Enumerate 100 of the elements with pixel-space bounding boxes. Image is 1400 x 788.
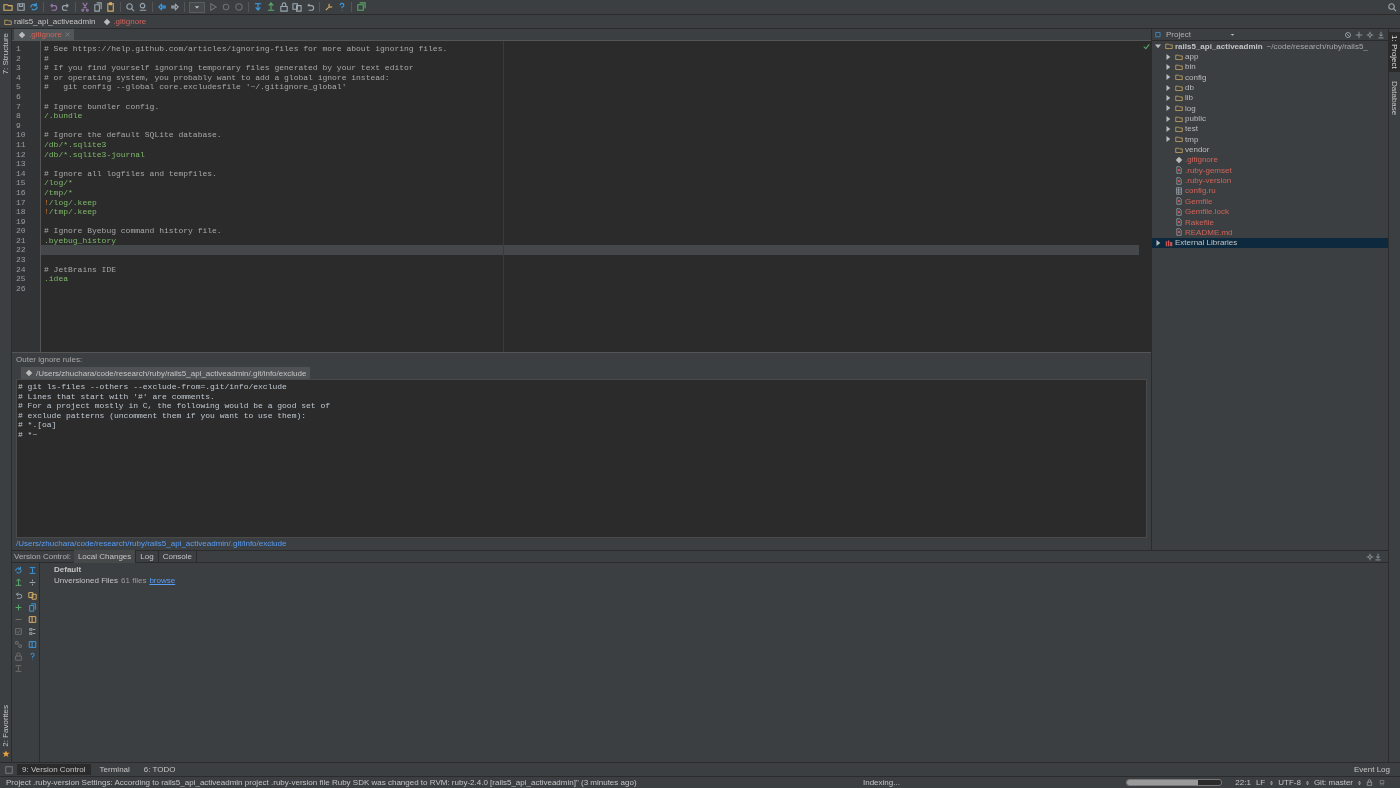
group-icon[interactable] [14,639,23,649]
event-log-button[interactable]: Event Log [1348,764,1395,775]
revert-icon[interactable] [305,2,315,12]
file-tab[interactable]: /Users/zhuchara/code/research/ruby/rails5_api_activeadmin/.git/info/exclude [21,367,311,379]
panel-tab[interactable]: Log [136,550,159,563]
unversioned-files-label[interactable]: Unversioned Files [54,575,119,586]
tool-window-tab[interactable]: Terminal [94,764,135,775]
panel-tab[interactable]: Console [158,550,197,563]
sync-icon[interactable] [29,2,39,12]
forward-arrow-icon[interactable] [170,2,180,12]
text-area[interactable]: # git ls-files --others --exclude-from=.git/info/exclude # Lines that start with '#' are comments. # For a project mostly in C, the following would be a good set of # exclude patterns (uncomment them if you want to use them): # *.[oa] # *~ [16,379,1147,538]
help-icon[interactable] [337,2,347,12]
panel-toggle-icon[interactable] [5,765,13,774]
checkbox-icon[interactable] [14,627,23,637]
line-number: 11 [15,139,27,150]
background-task[interactable]: Indexing... [862,778,900,787]
hide-icon[interactable] [1377,30,1385,39]
tree-item[interactable]: log [1152,103,1388,114]
tree-item[interactable]: public [1152,113,1388,124]
file-path-link[interactable]: /Users/zhuchara/code/research/ruby/rails5_api_activeadmin/.git/info/exclude [16,539,287,548]
tree-item[interactable]: config [1152,72,1388,83]
undo-icon[interactable] [48,2,58,12]
settings-icon[interactable] [1366,30,1374,39]
tree-item[interactable]: rails5_api_activeadmin ~/code/research/ruby/rails5_ [1152,41,1388,52]
tool-window-tab[interactable]: 1: Project [1389,32,1400,72]
collapsed-arrow-icon[interactable] [1165,63,1171,70]
panel-tab[interactable]: Local Changes [73,550,137,563]
collapsed-arrow-icon[interactable] [1165,53,1171,60]
collapsed-arrow-icon[interactable] [1165,74,1171,81]
tool-window-tab[interactable]: 6: TODO [138,764,181,775]
tree-item[interactable]: Gemfile [1152,196,1388,207]
copy-icon[interactable] [93,2,103,12]
file-encoding[interactable]: UTF-8 [1278,778,1301,787]
redo-icon[interactable] [61,2,71,12]
tree-item[interactable]: app [1152,51,1388,62]
wrench-icon[interactable] [324,2,334,12]
tree-item[interactable]: db [1152,82,1388,93]
tree-item[interactable]: test [1152,123,1388,135]
caret-position[interactable]: 22:1 [1235,778,1251,787]
tree-item[interactable]: config.ru [1152,185,1388,197]
expand-icon[interactable] [1355,30,1363,39]
help-icon[interactable] [28,652,37,662]
git-branch[interactable]: Git: master [1313,778,1353,787]
search-icon[interactable] [1387,2,1397,12]
expand-all-icon[interactable] [28,566,37,575]
diff-icon[interactable] [28,590,37,600]
browse-link[interactable]: browse [149,575,176,586]
plus-icon[interactable] [14,602,23,612]
tree-item[interactable]: vendor [1152,144,1388,155]
line-separator[interactable]: LF [1255,778,1266,787]
tree-item[interactable]: Rakefile [1152,216,1388,228]
preview-icon[interactable] [28,615,37,625]
collapse-all-icon[interactable] [28,578,37,588]
collapsed-arrow-icon[interactable] [1165,125,1171,132]
hide-icon[interactable] [1374,552,1382,561]
lock-icon[interactable] [14,652,23,662]
undo-icon[interactable] [14,590,23,600]
locate-icon[interactable] [1344,30,1352,39]
tool-window-tab[interactable]: 9: Version Control [17,764,91,775]
collapsed-arrow-icon[interactable] [1165,136,1171,143]
tree-item[interactable]: bin [1152,61,1388,73]
structure-tool-tab[interactable]: 7: Structure [1,33,10,75]
window-icon[interactable] [356,2,366,12]
collapsed-arrow-icon[interactable] [1155,239,1161,246]
collapsed-arrow-icon[interactable] [1165,84,1171,91]
run-config-dropdown[interactable] [189,1,205,13]
back-arrow-icon[interactable] [157,2,167,12]
collapsed-arrow-icon[interactable] [1165,115,1171,122]
expand-icon[interactable] [14,664,23,674]
status-message[interactable]: Project .ruby-version Settings: According to rails5_api_activeadmin project .ruby-version file Ruby SDK was changed to RVM: ruby-2.4.0 [rails5_api_activeadmin]" (3 minutes ago) [6,778,637,787]
tree-icon[interactable] [28,627,37,637]
view-dropdown[interactable]: Project [1155,30,1235,39]
vcs-update-icon[interactable] [253,2,263,12]
panel-icon[interactable] [28,639,37,649]
expanded-arrow-icon[interactable] [1155,43,1161,50]
vcs-commit-icon[interactable] [266,2,276,12]
tree-item[interactable]: lib [1152,92,1388,104]
refresh-icon[interactable] [14,566,23,575]
settings-icon[interactable] [1366,552,1374,561]
close-icon[interactable] [64,32,70,37]
search-icon[interactable] [125,2,135,12]
save-icon[interactable] [16,2,26,12]
tree-item[interactable]: tmp [1152,134,1388,145]
lock-icon[interactable] [279,2,289,12]
cut-icon[interactable] [80,2,90,12]
tree-item[interactable]: External Libraries [1152,237,1388,248]
play-icon[interactable] [208,2,218,12]
changelist-name[interactable]: Default [54,565,176,575]
lock-icon[interactable] [1366,779,1373,786]
tree-item[interactable]: .ruby-version [1152,175,1388,186]
vcs-commit-icon[interactable] [14,578,23,588]
collapsed-arrow-icon[interactable] [1165,94,1171,101]
line-number: 21 [15,235,27,246]
copy-icon[interactable] [28,602,37,612]
compare-icon[interactable] [292,2,302,12]
breadcrumb[interactable]: rails5_api_activeadmin [4,17,96,26]
collapsed-arrow-icon[interactable] [1165,105,1171,112]
paste-icon[interactable] [106,2,116,12]
tool-window-tab[interactable]: Database [1389,77,1400,119]
favorites-tool-tab[interactable]: 2: Favorites [1,705,10,747]
